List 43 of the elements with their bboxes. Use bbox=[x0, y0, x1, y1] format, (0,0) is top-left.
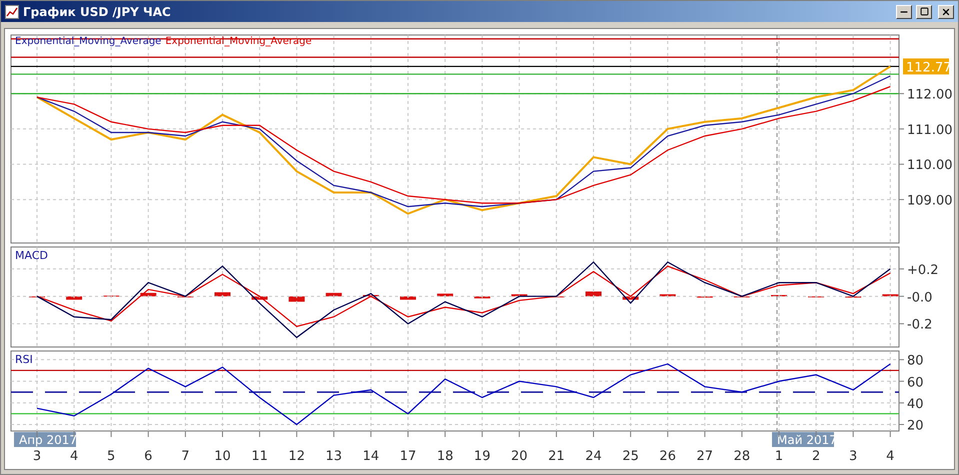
axis-tick-label: 110.00 bbox=[907, 158, 952, 174]
axis-tick-label: 13 bbox=[326, 449, 342, 464]
axis-tick-label: 111.00 bbox=[907, 122, 952, 138]
axis-tick-label: 24 bbox=[585, 449, 602, 464]
axis-tick-label: 2 bbox=[812, 449, 820, 464]
legend-label: Exponential_Moving_Average bbox=[15, 35, 162, 49]
axis-tick-label: +0.2 bbox=[907, 262, 939, 278]
axis-tick-label: 27 bbox=[696, 449, 714, 464]
axis-tick-label: 12 bbox=[288, 449, 305, 464]
axis-tick-label: 112.00 bbox=[907, 88, 952, 103]
axis-tick-label: -0.2 bbox=[907, 318, 932, 333]
axis-tick-label: -0.0 bbox=[907, 290, 932, 306]
axis-tick-label: 7 bbox=[181, 449, 190, 464]
month-label: Апр 2017 bbox=[14, 432, 78, 447]
axis-tick-label: 20 bbox=[511, 449, 528, 464]
axis-tick-label: 1 bbox=[774, 449, 784, 464]
axis-tick-label: 5 bbox=[107, 449, 116, 464]
axis-tick-label: 3 bbox=[849, 449, 858, 464]
axis-tick-label: 40 bbox=[907, 396, 924, 412]
axis-tick-label: 14 bbox=[362, 449, 380, 464]
axis-tick-label: 17 bbox=[400, 449, 416, 464]
axis-tick-label: 4 bbox=[886, 449, 894, 464]
legend-label: Exponential_Moving_Average bbox=[165, 35, 312, 49]
axis-tick-label: 28 bbox=[734, 449, 750, 464]
axis-tick-label: 6 bbox=[144, 449, 152, 464]
ref-line-label: 112.77 bbox=[906, 60, 952, 76]
axis-tick-label: 18 bbox=[436, 449, 454, 464]
window-title: График USD /JPY ЧАС bbox=[23, 4, 172, 20]
axis-tick-label: 3 bbox=[32, 449, 42, 464]
axis-tick-label: 10 bbox=[214, 449, 231, 464]
chart-title: MACD bbox=[15, 249, 48, 262]
axis-tick-label: 4 bbox=[70, 449, 78, 464]
chart-title: RSI bbox=[15, 353, 33, 366]
axis-tick-label: 11 bbox=[251, 449, 268, 464]
axis-tick-label: 21 bbox=[548, 449, 565, 464]
axis-tick-label: 20 bbox=[907, 418, 924, 434]
axis-tick-label: 26 bbox=[659, 449, 676, 464]
axis-tick-label: 80 bbox=[907, 354, 924, 369]
axis-tick-label: 60 bbox=[907, 375, 924, 390]
axis-tick-label: 25 bbox=[622, 449, 639, 464]
axis-tick-label: 19 bbox=[474, 449, 490, 464]
price-tag: 112.77 bbox=[903, 58, 952, 76]
axis-tick-label: 109.00 bbox=[907, 194, 952, 209]
